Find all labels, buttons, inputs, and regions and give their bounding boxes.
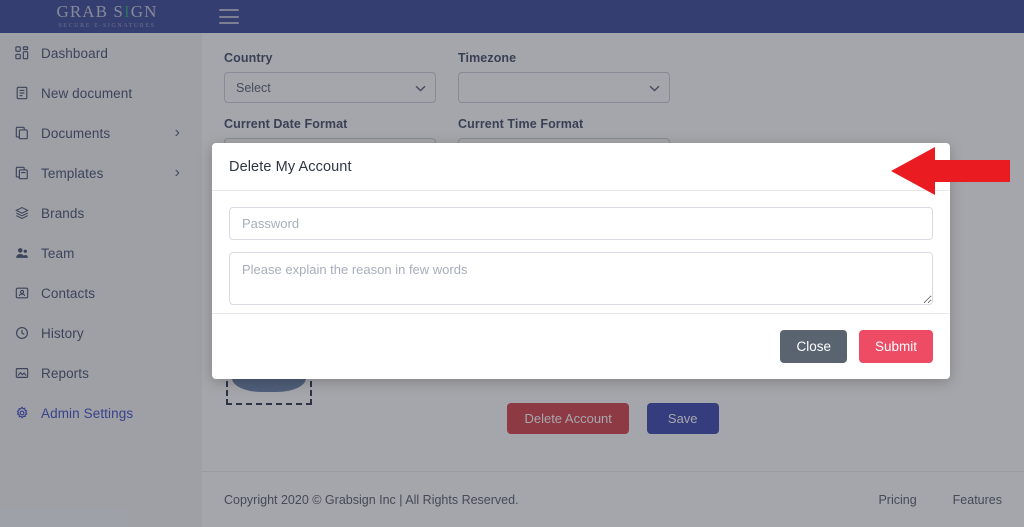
modal-footer: Close Submit [212, 313, 950, 379]
password-input[interactable] [229, 207, 933, 240]
close-button[interactable]: Close [780, 329, 847, 364]
modal-body [212, 191, 950, 322]
reason-textarea[interactable] [229, 252, 933, 305]
modal-title: Delete My Account [229, 158, 352, 175]
submit-button[interactable]: Submit [858, 329, 933, 364]
modal-header: Delete My Account [212, 143, 950, 191]
delete-account-modal: Delete My Account Close Submit [212, 143, 950, 379]
app-root: GRAB SIGN SECURE E-SIGNATURES Dashboard [0, 0, 1024, 527]
